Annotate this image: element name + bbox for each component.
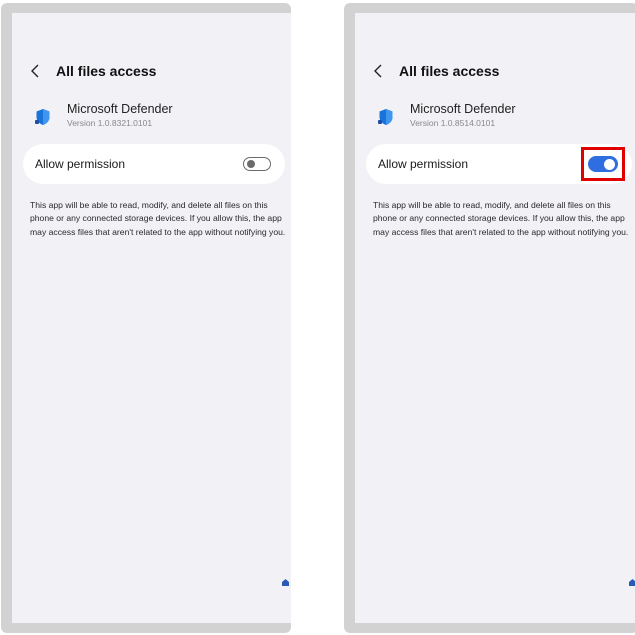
chevron-left-icon[interactable]: [373, 61, 391, 81]
toggle-wrapper: [581, 147, 625, 181]
permission-description: This app will be able to read, modify, a…: [373, 200, 629, 237]
app-info: Microsoft Defender Version 1.0.8514.0101: [378, 102, 516, 129]
app-info: Microsoft Defender Version 1.0.8321.0101: [35, 102, 173, 129]
right-phone-frame: All files access Microsoft Defender Vers…: [344, 3, 635, 633]
left-phone-frame: All files access Microsoft Defender Vers…: [1, 3, 291, 633]
allow-permission-label: Allow permission: [378, 157, 469, 171]
home-indicator-icon: [282, 573, 289, 586]
defender-shield-icon: [35, 108, 51, 126]
home-indicator-icon: [629, 573, 635, 586]
allow-permission-label: Allow permission: [35, 157, 126, 171]
page-title: All files access: [399, 63, 500, 79]
page-title: All files access: [56, 63, 157, 79]
chevron-left-icon[interactable]: [30, 61, 48, 81]
app-version: Version 1.0.8514.0101: [410, 118, 496, 128]
header: All files access: [30, 61, 156, 81]
app-name: Microsoft Defender: [67, 102, 173, 116]
header: All files access: [373, 61, 499, 81]
allow-permission-toggle[interactable]: [243, 157, 271, 171]
defender-shield-icon: [378, 108, 394, 126]
toggle-knob: [246, 159, 255, 168]
allow-permission-row[interactable]: Allow permission: [23, 144, 285, 184]
left-phone-screen: All files access Microsoft Defender Vers…: [12, 13, 291, 623]
permission-description: This app will be able to read, modify, a…: [30, 200, 286, 237]
right-phone-screen: All files access Microsoft Defender Vers…: [355, 13, 635, 623]
app-version: Version 1.0.8321.0101: [67, 118, 153, 128]
toggle-highlight-box: [581, 147, 625, 181]
allow-permission-row[interactable]: Allow permission: [366, 144, 632, 184]
app-name: Microsoft Defender: [410, 102, 516, 116]
